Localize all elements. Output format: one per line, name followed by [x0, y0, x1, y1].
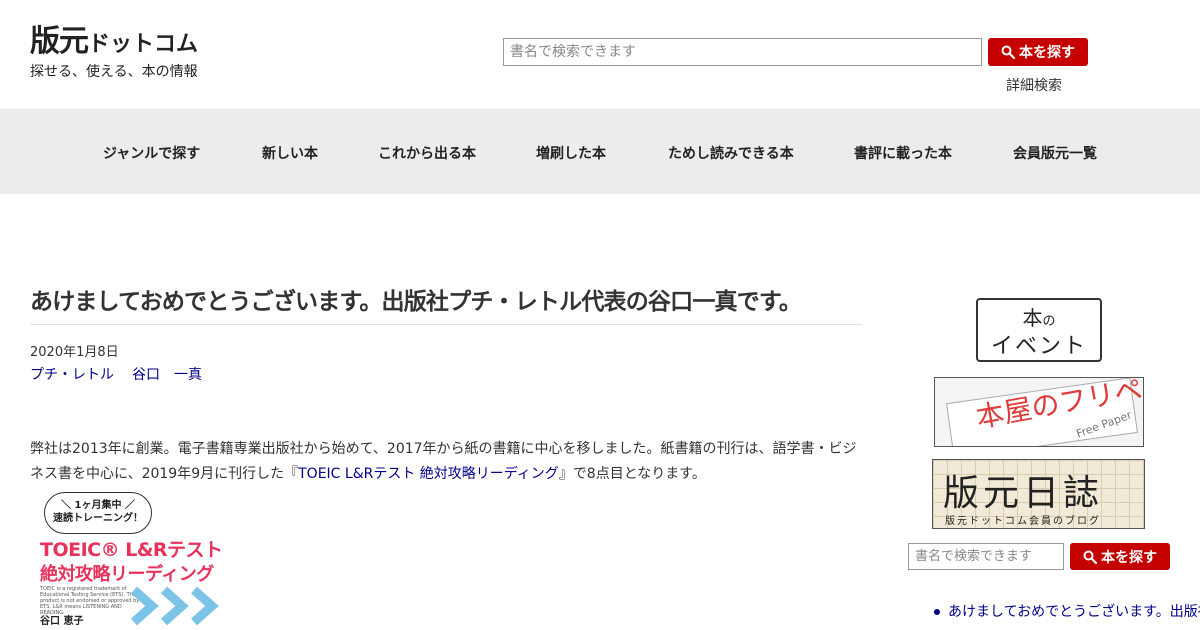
sidebar-banner-diary[interactable]: 版元日誌 版元ドットコム会員のブログ [932, 459, 1145, 529]
nav-item-reprinted[interactable]: 増刷した本 [536, 143, 606, 163]
search-icon [1083, 550, 1097, 564]
article-byline: プチ・レトル 谷口 一真 [30, 364, 220, 384]
events-banner-line2: イベント [990, 334, 1087, 359]
nav-item-genre[interactable]: ジャンルで探す [103, 143, 200, 163]
main-nav: ジャンルで探す 新しい本 これから出る本 増刷した本 ためし読みできる本 書評に… [0, 109, 1200, 194]
sidebar-search-button[interactable]: 本を探す [1070, 543, 1170, 570]
cover-speech-bubble: ＼ 1ヶ月集中 ／ 速読トレーニング！ [44, 492, 152, 534]
header-search-input[interactable] [503, 38, 982, 66]
nav-item-reviewed[interactable]: 書評に載った本 [854, 143, 952, 163]
nav-item-new-books[interactable]: 新しい本 [262, 143, 318, 163]
diary-title: 版元日誌 [943, 473, 1104, 514]
advanced-search-link[interactable]: 詳細検索 [1006, 75, 1062, 95]
diary-subtitle: 版元ドットコム会員のブログ [945, 516, 1101, 527]
search-icon [1001, 45, 1015, 59]
events-banner-line1: 本の [976, 302, 1102, 331]
header-search-button[interactable]: 本を探す [988, 38, 1088, 66]
sidebar-search-button-label: 本を探す [1101, 549, 1157, 566]
article-body-part2: 』で8点目となります。 [558, 466, 706, 482]
chevron-arrows-icon [131, 586, 219, 626]
logo-small-text: ドットコム [88, 32, 199, 57]
article-body: 弊社は2013年に創業。電子書籍専業出版社から始めて、2017年から紙の書籍に中… [30, 437, 870, 487]
sidebar-recent-posts: あけましておめでとうございます。出版社プチ・レトル代表の谷口一真です。 [932, 601, 1200, 623]
logo-main-text: 版元 [30, 24, 89, 59]
nav-item-preview[interactable]: ためし読みできる本 [668, 143, 794, 163]
site-logo[interactable]: 版元ドットコム [30, 24, 198, 63]
article-date: 2020年1月8日 [30, 345, 119, 360]
article-title: あけましておめでとうございます。出版社プチ・レトル代表の谷口一真です。 [30, 282, 862, 325]
cover-title-line2: 絶対攻略リーディング [40, 564, 214, 585]
cover-bubble-line2: 速読トレーニング！ [53, 513, 143, 524]
author-link[interactable]: 谷口 一真 [132, 367, 202, 383]
publisher-link[interactable]: プチ・レトル [30, 367, 114, 383]
cover-author: 谷口 恵子 [40, 616, 84, 627]
sidebar-banner-events[interactable]: 本の イベント [976, 294, 1102, 362]
site-tagline: 探せる、使える、本の情報 [30, 64, 198, 80]
site-header: 版元ドットコム 探せる、使える、本の情報 本を探す 詳細検索 [0, 0, 1200, 109]
header-search-button-label: 本を探す [1019, 45, 1075, 61]
events-banner-no: の [1042, 314, 1056, 329]
nav-item-members[interactable]: 会員版元一覧 [1013, 143, 1097, 163]
book-title-link[interactable]: TOEIC L&Rテスト 絶対攻略リーディング [298, 466, 559, 482]
cover-bubble-line1: ＼ 1ヶ月集中 ／ [61, 500, 135, 511]
list-item: あけましておめでとうございます。出版社プチ・レトル代表の谷口一真です。 [932, 601, 1200, 623]
events-banner-book: 本 [1022, 306, 1043, 330]
book-cover-image[interactable]: ＼ 1ヶ月集中 ／ 速読トレーニング！ TOEIC® L&Rテスト 絶対攻略リー… [30, 490, 230, 630]
cover-title-line1: TOEIC® L&Rテスト [40, 539, 223, 561]
nav-item-upcoming[interactable]: これから出る本 [378, 143, 476, 163]
sidebar-search-input[interactable] [908, 543, 1064, 570]
recent-post-link[interactable]: あけましておめでとうございます。出版社プチ・レトル代表の谷口一真です。 [948, 604, 1200, 620]
sidebar-banner-free-paper[interactable]: 本屋のフリペ Free Paper [934, 377, 1144, 447]
